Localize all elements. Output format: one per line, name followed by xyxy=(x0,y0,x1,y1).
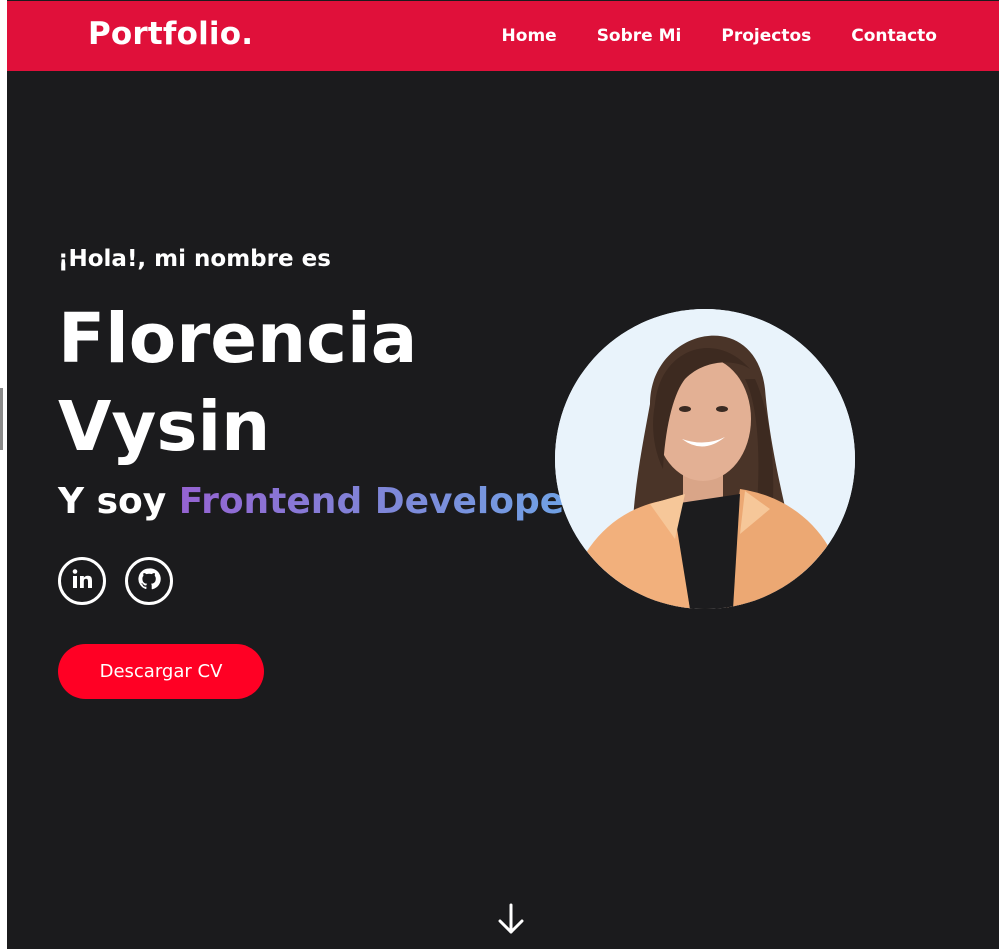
hero-role: Y soy Frontend Developer xyxy=(58,481,582,522)
hero-name: Florencia Vysin xyxy=(58,295,538,471)
main-nav: Home Sobre Mi Projectos Contacto xyxy=(502,26,937,46)
nav-contacto[interactable]: Contacto xyxy=(851,26,937,46)
navbar: Portfolio. Home Sobre Mi Projectos Conta… xyxy=(7,1,999,71)
scroll-down-arrow-icon[interactable] xyxy=(497,902,525,936)
github-button[interactable] xyxy=(125,557,173,605)
hero-greeting: ¡Hola!, mi nombre es xyxy=(58,246,331,272)
download-cv-button[interactable]: Descargar CV xyxy=(58,644,264,699)
nav-sobre-mi[interactable]: Sobre Mi xyxy=(597,26,682,46)
role-highlight: Frontend Developer xyxy=(178,481,582,522)
scroll-indicator[interactable] xyxy=(0,388,3,450)
page: Portfolio. Home Sobre Mi Projectos Conta… xyxy=(7,0,999,949)
linkedin-button[interactable] xyxy=(58,557,106,605)
nav-home[interactable]: Home xyxy=(502,26,557,46)
profile-photo xyxy=(555,309,855,609)
github-icon xyxy=(137,567,161,595)
logo[interactable]: Portfolio. xyxy=(88,16,253,52)
hero-name-line2: Vysin xyxy=(58,387,271,467)
role-prefix: Y soy xyxy=(58,481,167,522)
left-edge-strip xyxy=(0,0,7,949)
nav-projectos[interactable]: Projectos xyxy=(721,26,811,46)
linkedin-icon xyxy=(70,567,94,595)
hero-name-line1: Florencia xyxy=(58,299,418,379)
social-links xyxy=(58,557,173,605)
